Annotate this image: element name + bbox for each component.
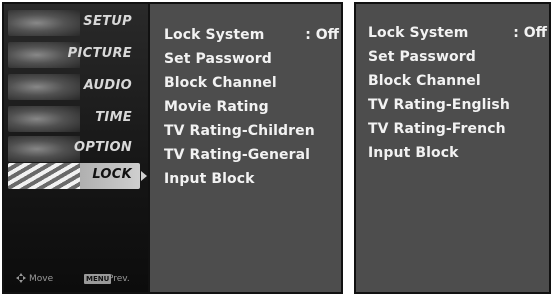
left-menu-panel: SETUP PICTURE AUDIO TIME OPTION LOCK Mov: [2, 2, 343, 294]
navigation-hint: Move MENU Prev.: [10, 272, 144, 288]
menu-item-set-password[interactable]: Set Password: [368, 49, 476, 65]
menu-item-tv-rating-children[interactable]: TV Rating-Children: [164, 123, 315, 139]
lock-submenu: Lock System : Off Set Password Block Cha…: [150, 4, 341, 292]
sidebar-item-option[interactable]: OPTION: [8, 136, 140, 162]
menu-item-tv-rating-english[interactable]: TV Rating-English: [368, 97, 510, 113]
sidebar-item-label: OPTION: [73, 140, 132, 155]
sidebar-item-picture[interactable]: PICTURE: [8, 42, 140, 68]
menu-item-block-channel[interactable]: Block Channel: [164, 75, 277, 91]
sidebar-item-label: AUDIO: [83, 78, 132, 93]
sidebar-item-audio[interactable]: AUDIO: [8, 74, 140, 100]
right-menu-panel: Lock System : Off Set Password Block Cha…: [354, 2, 551, 294]
lock-thumbnail-icon: [8, 163, 80, 189]
chevron-right-icon: [141, 171, 147, 181]
lock-system-value: : Off: [305, 27, 339, 43]
setup-thumbnail-icon: [8, 10, 80, 36]
menu-item-input-block[interactable]: Input Block: [368, 145, 459, 161]
time-thumbnail-icon: [8, 106, 80, 132]
prev-hint-label: Prev.: [108, 274, 130, 284]
audio-thumbnail-icon: [8, 74, 80, 100]
sidebar-item-setup[interactable]: SETUP: [8, 10, 140, 36]
menu-item-input-block[interactable]: Input Block: [164, 171, 255, 187]
menu-item-lock-system[interactable]: Lock System: [368, 25, 468, 41]
sidebar-item-lock[interactable]: LOCK: [8, 163, 140, 189]
sidebar-item-label: LOCK: [92, 167, 132, 182]
option-thumbnail-icon: [8, 136, 80, 162]
move-arrows-icon: [16, 273, 26, 283]
menu-item-tv-rating-general[interactable]: TV Rating-General: [164, 147, 310, 163]
menu-item-block-channel[interactable]: Block Channel: [368, 73, 481, 89]
category-sidebar: SETUP PICTURE AUDIO TIME OPTION LOCK Mov: [4, 4, 148, 292]
sidebar-item-label: TIME: [95, 110, 132, 125]
menu-item-lock-system[interactable]: Lock System: [164, 27, 264, 43]
move-hint-label: Move: [29, 274, 54, 284]
menu-item-movie-rating[interactable]: Movie Rating: [164, 99, 269, 115]
sidebar-item-label: PICTURE: [67, 46, 132, 61]
lock-system-value: : Off: [513, 25, 547, 41]
sidebar-item-label: SETUP: [83, 14, 132, 29]
sidebar-item-time[interactable]: TIME: [8, 106, 140, 132]
menu-item-tv-rating-french[interactable]: TV Rating-French: [368, 121, 506, 137]
menu-item-set-password[interactable]: Set Password: [164, 51, 272, 67]
